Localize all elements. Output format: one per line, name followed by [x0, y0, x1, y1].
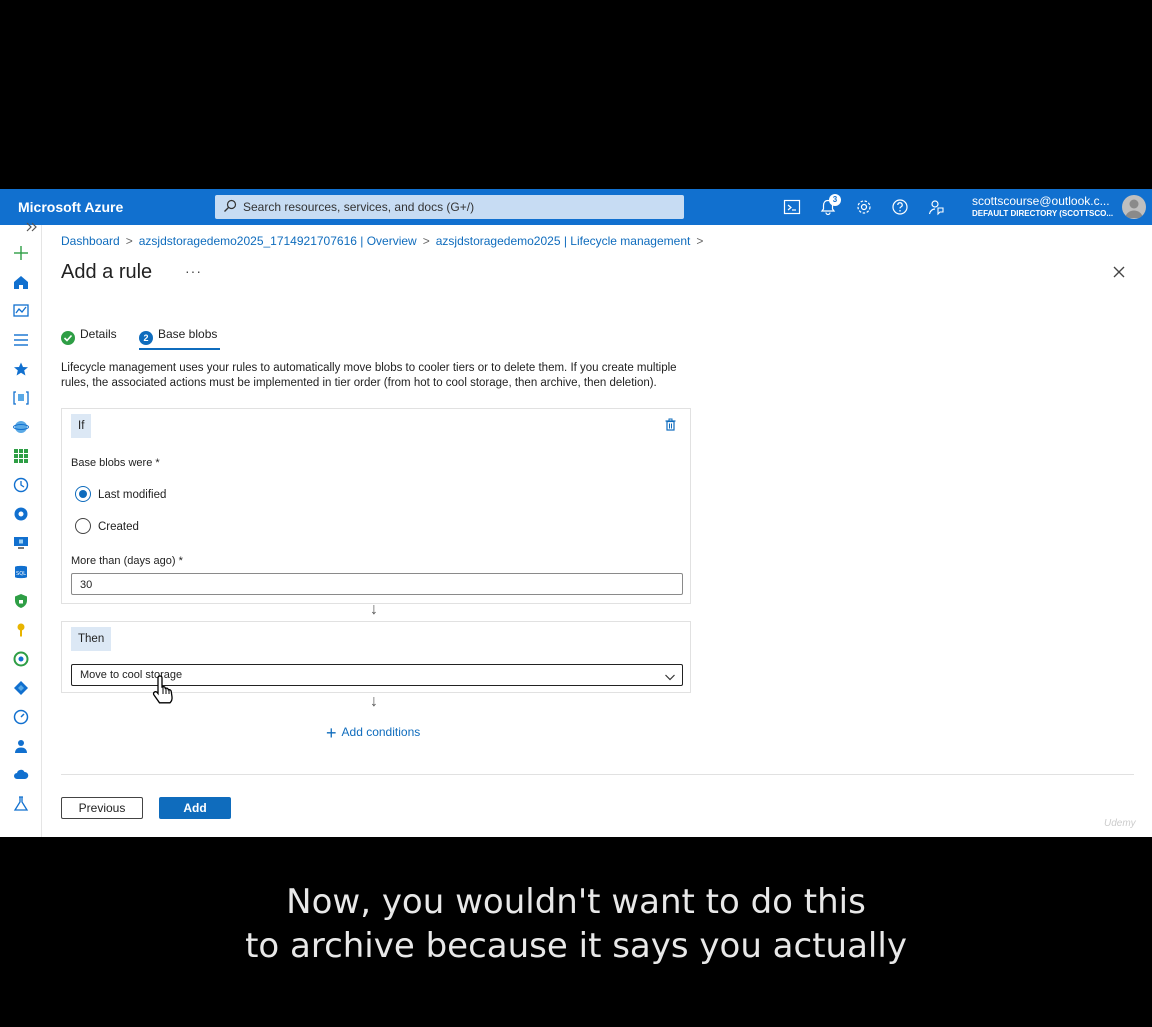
brand-link[interactable]: Microsoft Azure [18, 199, 123, 215]
breadcrumb-lifecycle-management-link[interactable]: azsjdstoragedemo2025 | Lifecycle managem… [436, 234, 691, 248]
step-number-badge: 2 [139, 331, 153, 345]
if-condition-card: If Base blobs were * Last modified Creat… [61, 408, 691, 604]
recent-clock-icon[interactable] [13, 477, 29, 493]
all-resources-grid-icon[interactable] [13, 448, 29, 464]
tab-base-blobs-label: Base blobs [158, 327, 218, 341]
cloud-services-icon[interactable] [13, 767, 29, 783]
tab-details[interactable]: Details [61, 327, 117, 345]
lab-services-icon[interactable] [13, 796, 29, 812]
notification-count-badge: 3 [829, 194, 841, 206]
account-email: scottscourse@outlook.c... [972, 194, 1110, 208]
feedback-icon[interactable] [927, 198, 945, 216]
page-title: Add a rule [61, 261, 153, 283]
home-icon[interactable] [13, 274, 29, 290]
checkmark-icon [61, 331, 75, 345]
key-vault-icon[interactable] [13, 622, 29, 638]
breadcrumb-storage-overview-link[interactable]: azsjdstoragedemo2025_1714921707616 | Ove… [139, 234, 417, 248]
footer-divider [61, 774, 1134, 775]
search-input[interactable]: Search resources, services, and docs (G+… [215, 195, 684, 219]
close-icon[interactable] [1112, 265, 1126, 279]
last-modified-radio[interactable] [75, 486, 91, 502]
all-services-icon[interactable] [13, 332, 29, 348]
add-button[interactable]: Add [159, 797, 231, 819]
breadcrumb: Dashboard > azsjdstoragedemo2025_171492170… [61, 234, 709, 248]
if-chip: If [71, 414, 92, 438]
azure-portal-window: Microsoft Azure Search resources, servic… [0, 189, 1152, 837]
sql-database-icon[interactable]: SQL [13, 564, 29, 580]
chevron-right-icon: > [125, 234, 133, 248]
dashboard-icon[interactable] [13, 303, 29, 319]
top-bar: Microsoft Azure Search resources, servic… [0, 189, 1152, 225]
chevron-down-icon [664, 670, 676, 682]
settings-gear-icon[interactable] [855, 198, 873, 216]
cloud-shell-icon[interactable] [783, 198, 801, 216]
chevron-right-icon: > [696, 234, 704, 248]
down-arrow-icon: ↓ [370, 601, 378, 618]
hand-pointer-cursor-icon [150, 673, 178, 705]
chevron-right-icon: > [422, 234, 430, 248]
add-conditions-label: Add conditions [341, 725, 421, 739]
svg-text:SQL: SQL [16, 571, 26, 577]
help-icon[interactable] [891, 198, 909, 216]
left-navigation-rail: SQL [0, 222, 42, 837]
tab-details-label: Details [80, 327, 117, 341]
account-directory: DEFAULT DIRECTORY (SCOTTSCO... [972, 209, 1114, 218]
caption-line-1: Now, you wouldn't want to do this [286, 882, 866, 922]
resource-groups-icon[interactable] [13, 390, 29, 406]
delete-trash-icon[interactable] [664, 418, 677, 431]
plus-icon: + [326, 723, 337, 743]
previous-button[interactable]: Previous [61, 797, 143, 819]
users-icon[interactable] [13, 738, 29, 754]
days-ago-label: More than (days ago) * [71, 555, 183, 567]
virtual-machines-icon[interactable] [13, 535, 29, 551]
last-modified-label: Last modified [98, 489, 167, 501]
created-radio[interactable] [75, 518, 91, 534]
avatar[interactable] [1122, 195, 1146, 219]
days-ago-value: 30 [80, 579, 93, 591]
breadcrumb-dashboard-link[interactable]: Dashboard [61, 234, 120, 248]
devops-icon[interactable] [13, 680, 29, 696]
app-services-icon[interactable] [13, 419, 29, 435]
create-resource-icon[interactable] [13, 245, 29, 261]
description-text: Lifecycle management uses your rules to … [61, 362, 677, 389]
monitor-icon[interactable] [13, 651, 29, 667]
account-menu[interactable]: scottscourse@outlook.c... DEFAULT DIRECT… [972, 194, 1113, 218]
down-arrow-icon: ↓ [370, 693, 378, 710]
cosmos-db-icon[interactable] [13, 506, 29, 522]
caption-line-2: to archive because it says you actually [245, 926, 907, 966]
created-label: Created [98, 521, 139, 533]
expand-menu-icon[interactable] [24, 219, 40, 235]
active-tab-indicator [139, 348, 220, 350]
base-blobs-label: Base blobs were * [71, 457, 160, 469]
advisor-gauge-icon[interactable] [13, 709, 29, 725]
security-shield-icon[interactable] [13, 593, 29, 609]
then-chip: Then [71, 627, 112, 651]
video-caption: Now, you wouldn't want to do this to arc… [0, 880, 1152, 968]
udemy-watermark: Udemy [1104, 818, 1136, 829]
favorites-star-icon[interactable] [13, 361, 29, 377]
add-conditions-button[interactable]: + Add conditions [326, 723, 420, 744]
more-options-button[interactable]: ··· [185, 263, 202, 279]
search-placeholder: Search resources, services, and docs (G+… [243, 200, 475, 214]
search-icon [223, 199, 237, 213]
days-ago-input[interactable]: 30 [71, 573, 683, 595]
tab-base-blobs[interactable]: 2 Base blobs [139, 327, 217, 345]
